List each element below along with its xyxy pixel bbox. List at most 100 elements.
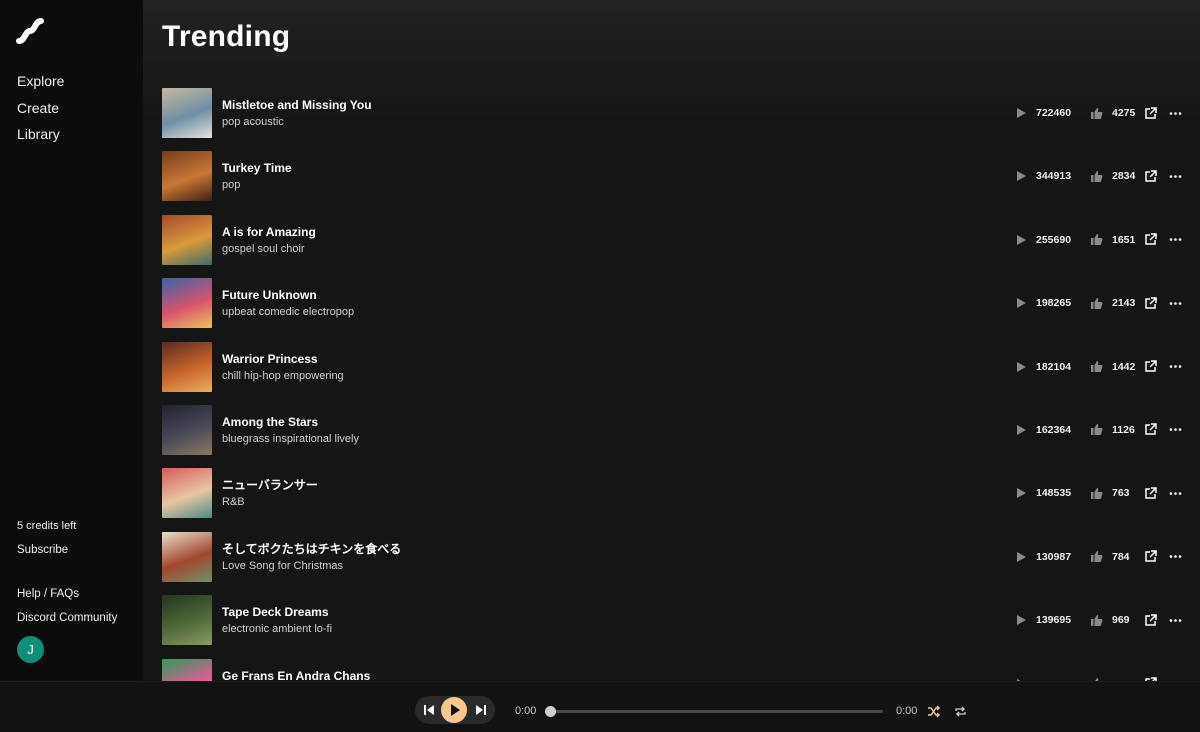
play-icon[interactable] (1015, 424, 1027, 436)
track-meta: Mistletoe and Missing You pop acoustic (222, 88, 372, 129)
play-count: 344913 (1036, 170, 1072, 183)
track-cover[interactable] (162, 595, 212, 646)
sidebar-nav: Explore Create Library (17, 72, 64, 152)
track-row[interactable]: Future Unknown upbeat comedic electropop… (162, 278, 1182, 341)
track-cover[interactable] (162, 214, 212, 265)
share-icon[interactable] (1144, 106, 1157, 120)
more-icon[interactable] (1169, 233, 1182, 246)
like-count: 763 (1112, 487, 1130, 500)
thumbs-up-icon[interactable] (1090, 360, 1103, 373)
progress-slider[interactable] (545, 706, 883, 717)
app: Explore Create Library 5 credits left Su… (0, 0, 1200, 732)
play-icon[interactable] (1015, 551, 1027, 563)
track-row[interactable]: Ge Frans En Andra Chans (162, 658, 1182, 681)
share-icon[interactable] (1144, 360, 1157, 373)
track-title[interactable]: Future Unknown (222, 288, 354, 306)
thumbs-up-icon[interactable] (1090, 423, 1103, 436)
skip-back-icon[interactable] (422, 703, 436, 717)
more-icon[interactable] (1169, 550, 1182, 563)
track-row[interactable]: Mistletoe and Missing You pop acoustic 7… (162, 88, 1182, 151)
track-meta: Future Unknown upbeat comedic electropop (222, 278, 354, 319)
track-row[interactable]: Tape Deck Dreams electronic ambient lo-f… (162, 595, 1182, 658)
track-stats: 344913 2834 (1015, 168, 1182, 184)
share-icon[interactable] (1144, 233, 1157, 246)
subscribe-link[interactable]: Subscribe (17, 542, 117, 586)
track-row[interactable]: Warrior Princess chill hip-hop empowerin… (162, 341, 1182, 405)
play-icon[interactable] (1015, 170, 1027, 182)
time-total: 0:00 (896, 705, 918, 717)
play-icon[interactable] (1015, 361, 1027, 373)
more-icon[interactable] (1169, 487, 1182, 500)
nav-library[interactable]: Library (17, 125, 64, 152)
track-stats: 162364 1126 (1015, 422, 1182, 438)
avatar[interactable]: J (17, 636, 44, 663)
thumbs-up-icon[interactable] (1090, 170, 1103, 183)
track-row[interactable]: そしてボクたちはチキンを食べる Love Song for Christmas … (162, 531, 1182, 595)
play-icon[interactable] (1015, 234, 1027, 246)
track-title[interactable]: ニューバランサー (222, 478, 318, 496)
wave-logo-icon[interactable] (16, 16, 44, 46)
track-cover[interactable] (162, 151, 212, 202)
thumbs-up-icon[interactable] (1090, 487, 1103, 500)
share-icon[interactable] (1144, 613, 1157, 627)
play-count: 139695 (1036, 614, 1072, 627)
track-title[interactable]: Among the Stars (222, 415, 359, 433)
sidebar: Explore Create Library 5 credits left Su… (0, 0, 143, 681)
nav-explore[interactable]: Explore (17, 72, 64, 99)
more-icon[interactable] (1169, 107, 1182, 120)
track-title[interactable]: Mistletoe and Missing You (222, 98, 372, 116)
nav-create[interactable]: Create (17, 99, 64, 126)
track-title[interactable]: Warrior Princess (222, 352, 344, 370)
track-cover[interactable] (162, 341, 212, 392)
track-row[interactable]: Turkey Time pop 344913 2834 (162, 151, 1182, 214)
track-title[interactable]: Turkey Time (222, 161, 292, 179)
track-cover[interactable] (162, 531, 212, 582)
play-count: 255690 (1036, 233, 1072, 246)
more-icon[interactable] (1169, 360, 1182, 373)
repeat-icon[interactable] (954, 705, 967, 718)
share-icon[interactable] (1144, 487, 1157, 500)
track-row[interactable]: Among the Stars bluegrass inspirational … (162, 404, 1182, 468)
share-icon[interactable] (1144, 296, 1157, 310)
track-row[interactable]: A is for Amazing gospel soul choir 25569… (162, 214, 1182, 278)
track-title[interactable]: Tape Deck Dreams (222, 605, 332, 623)
track-cover[interactable] (162, 404, 212, 455)
shuffle-icon[interactable] (927, 705, 940, 718)
share-icon[interactable] (1144, 550, 1157, 563)
thumbs-up-icon[interactable] (1090, 614, 1103, 627)
play-button[interactable] (441, 697, 467, 723)
track-cover[interactable] (162, 88, 212, 138)
play-icon[interactable] (1015, 487, 1027, 499)
more-icon[interactable] (1169, 170, 1182, 183)
thumbs-up-icon[interactable] (1090, 107, 1103, 120)
play-icon[interactable] (1015, 297, 1027, 309)
track-row[interactable]: ニューバランサー R&B 148535 763 (162, 468, 1182, 531)
track-meta: Warrior Princess chill hip-hop empowerin… (222, 342, 344, 383)
skip-forward-icon[interactable] (474, 703, 488, 717)
track-cover[interactable] (162, 278, 212, 329)
share-icon[interactable] (1144, 423, 1157, 436)
play-icon[interactable] (1015, 614, 1027, 626)
progress-knob[interactable] (545, 706, 556, 717)
track-title[interactable]: そしてボクたちはチキンを食べる (222, 542, 401, 560)
main-content: Trending Mistletoe and Missing You pop a… (143, 0, 1200, 681)
more-icon[interactable] (1169, 614, 1182, 627)
track-style: electronic ambient lo-fi (222, 623, 333, 636)
track-title[interactable]: Ge Frans En Andra Chans (222, 669, 370, 681)
track-title[interactable]: A is for Amazing (222, 225, 316, 243)
share-icon[interactable] (1144, 170, 1157, 183)
track-style: pop acoustic (222, 116, 284, 128)
track-cover[interactable] (162, 658, 212, 681)
more-icon[interactable] (1169, 423, 1182, 436)
play-count: 162364 (1036, 423, 1072, 436)
thumbs-up-icon[interactable] (1090, 233, 1103, 246)
help-link[interactable]: Help / FAQs (17, 586, 117, 610)
more-icon[interactable] (1169, 297, 1182, 310)
thumbs-up-icon[interactable] (1090, 297, 1103, 310)
track-meta: Turkey Time pop (222, 151, 292, 192)
play-icon[interactable] (1015, 107, 1027, 119)
thumbs-up-icon[interactable] (1090, 550, 1103, 563)
play-count: 182104 (1036, 360, 1072, 373)
discord-link[interactable]: Discord Community (17, 610, 117, 634)
track-cover[interactable] (162, 468, 212, 519)
